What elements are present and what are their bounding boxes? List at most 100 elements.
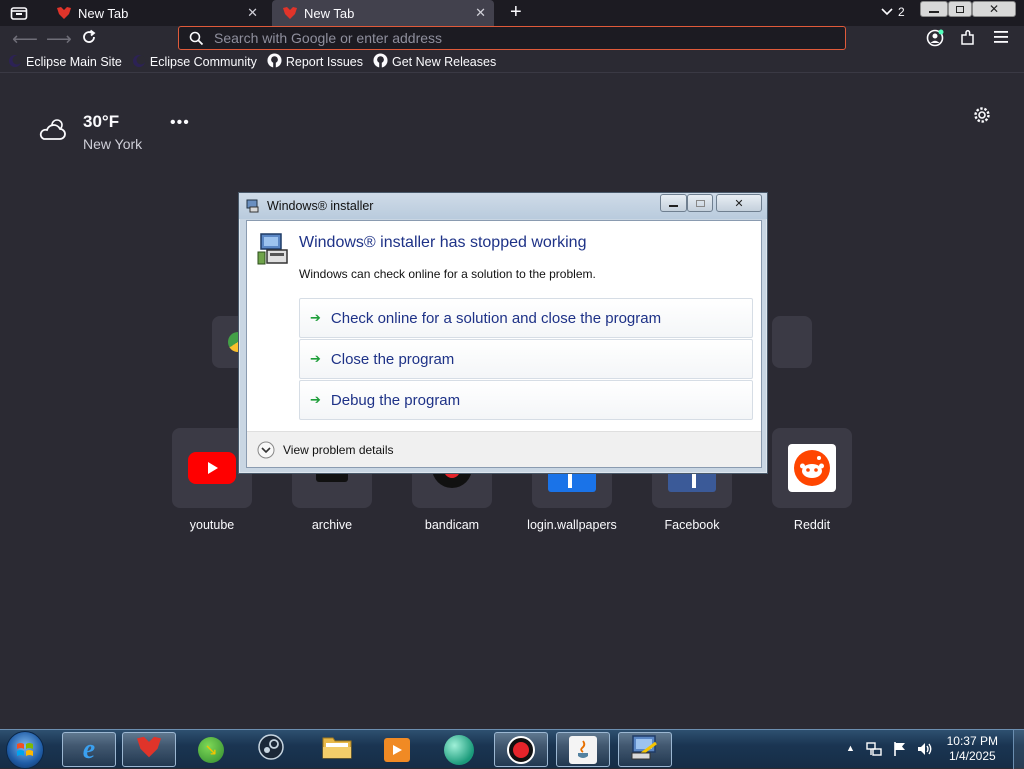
taskbar-internet-explorer[interactable]: e: [62, 732, 116, 767]
dialog-footer: View problem details: [247, 431, 761, 467]
tab-label: New Tab: [304, 5, 355, 21]
cloudy-icon: [38, 116, 70, 147]
github-icon: [373, 53, 388, 71]
hamburger-menu-icon[interactable]: [994, 30, 1010, 49]
steam-icon: [257, 733, 285, 766]
dialog-title-bar[interactable]: Windows® installer ✕: [239, 193, 767, 219]
minimize-window-button[interactable]: [920, 1, 948, 17]
installer-icon: [246, 198, 261, 216]
extensions-icon[interactable]: [959, 29, 977, 52]
dialog-maximize-button[interactable]: [687, 194, 713, 212]
facebook-icon: [668, 472, 716, 492]
navigation-toolbar: ⟵ ⟶: [0, 26, 1024, 52]
view-problem-details-link[interactable]: View problem details: [283, 443, 394, 457]
bookmark-eclipse-main-site[interactable]: Eclipse Main Site: [8, 54, 122, 71]
bookmark-label: Eclipse Community: [149, 55, 257, 69]
address-input[interactable]: [214, 30, 814, 46]
taskbar-installer[interactable]: [618, 732, 672, 767]
shortcut-label: login.wallpapers: [527, 518, 617, 532]
dialog-close-button[interactable]: ✕: [716, 194, 762, 212]
eclipse-icon: [8, 54, 22, 71]
error-dialog: Windows® installer ✕ Windows® installer …: [238, 192, 768, 474]
bookmark-get-new-releases[interactable]: Get New Releases: [373, 53, 496, 71]
close-tab-icon[interactable]: ✕: [247, 5, 258, 21]
show-hidden-icons-button[interactable]: ▲: [846, 743, 855, 753]
debug-program-option[interactable]: ➔ Debug the program: [299, 380, 753, 420]
java-icon: [569, 735, 597, 764]
clock-time: 10:37 PM: [946, 734, 998, 748]
tab-overflow-button[interactable]: 2: [880, 5, 905, 19]
weather-city: New York: [83, 136, 143, 152]
back-arrow-icon[interactable]: ⟵: [12, 29, 38, 50]
installer-computer-icon: [257, 232, 291, 271]
taskbar-steam[interactable]: [244, 732, 298, 767]
browser-logo-icon: [282, 6, 298, 20]
taskbar-download-manager[interactable]: ↘: [184, 732, 238, 767]
eclipse-icon: [132, 54, 146, 71]
dialog-subtext: Windows can check online for a solution …: [299, 267, 596, 281]
browser-logo-icon: [135, 735, 163, 764]
tab-label: New Tab: [78, 5, 129, 21]
check-online-option[interactable]: ➔ Check online for a solution and close …: [299, 298, 753, 338]
bookmark-label: Report Issues: [285, 55, 363, 69]
settings-gear-icon[interactable]: [973, 106, 991, 129]
account-icon[interactable]: [926, 29, 944, 52]
shortcut-label: youtube: [189, 518, 235, 532]
tab-new-tab-1[interactable]: New Tab ✕: [46, 0, 266, 26]
taskbar-java[interactable]: [556, 732, 610, 767]
start-button-icon[interactable]: [6, 731, 44, 769]
reload-icon[interactable]: [80, 28, 98, 51]
wallpapers-icon: [548, 472, 596, 492]
teal-app-icon: [444, 734, 474, 765]
weather-menu-button[interactable]: •••: [170, 114, 190, 132]
shortcut-label: Reddit: [793, 518, 831, 532]
shortcut-label: archive: [311, 518, 353, 532]
green-arrow-icon: ➔: [310, 351, 321, 366]
network-icon[interactable]: [866, 741, 882, 762]
action-center-flag-icon[interactable]: [892, 741, 908, 762]
option-label: Debug the program: [330, 391, 461, 409]
taskbar-media-player[interactable]: [370, 732, 424, 767]
address-bar[interactable]: [178, 26, 846, 50]
reddit-icon: [788, 444, 836, 492]
close-window-button[interactable]: ✕: [972, 1, 1016, 17]
close-tab-icon[interactable]: ✕: [475, 5, 486, 21]
shortcut-label: bandicam: [424, 518, 480, 532]
shortcut-tile-reddit[interactable]: [772, 428, 852, 508]
clock-date: 1/4/2025: [948, 749, 996, 763]
tab-list-icon[interactable]: [10, 5, 28, 26]
taskbar-recorder[interactable]: [494, 732, 548, 767]
restore-window-button[interactable]: [948, 1, 972, 17]
bookmark-eclipse-community[interactable]: Eclipse Community: [132, 54, 257, 71]
taskbar-browser[interactable]: [122, 732, 176, 767]
bookmark-report-issues[interactable]: Report Issues: [267, 53, 363, 71]
dialog-minimize-button[interactable]: [660, 194, 687, 212]
option-label: Check online for a solution and close th…: [330, 309, 662, 327]
internet-explorer-icon: e: [82, 733, 96, 765]
taskbar-app-teal[interactable]: [432, 732, 486, 767]
browser-logo-icon: [56, 6, 72, 20]
bookmarks-toolbar: Eclipse Main Site Eclipse Community Repo…: [0, 52, 1024, 73]
forward-arrow-icon[interactable]: ⟶: [46, 29, 72, 50]
close-icon: ✕: [988, 2, 1000, 16]
bookmark-label: Eclipse Main Site: [26, 55, 122, 69]
minimize-icon: [929, 11, 939, 13]
new-tab-button[interactable]: +: [510, 1, 522, 24]
shortcut-tile-hidden[interactable]: [772, 316, 812, 368]
chevron-down-circle-icon[interactable]: [257, 441, 275, 459]
volume-icon[interactable]: [916, 741, 934, 762]
dialog-heading: Windows® installer has stopped working: [299, 234, 587, 251]
show-desktop-button[interactable]: [1013, 730, 1024, 769]
github-icon: [267, 53, 282, 71]
weather-temperature: 30°F: [83, 112, 120, 131]
system-clock[interactable]: 10:37 PM 1/4/2025: [947, 734, 998, 764]
record-icon: [507, 735, 535, 764]
close-program-option[interactable]: ➔ Close the program: [299, 339, 753, 379]
option-label: Close the program: [330, 350, 455, 368]
dialog-body: Windows® installer has stopped working W…: [246, 220, 762, 468]
download-manager-icon: ↘: [198, 736, 224, 763]
chevron-down-icon: [881, 8, 893, 16]
tab-new-tab-2[interactable]: New Tab ✕: [272, 0, 494, 26]
installer-icon: [630, 733, 660, 766]
taskbar-file-explorer[interactable]: [310, 732, 364, 767]
